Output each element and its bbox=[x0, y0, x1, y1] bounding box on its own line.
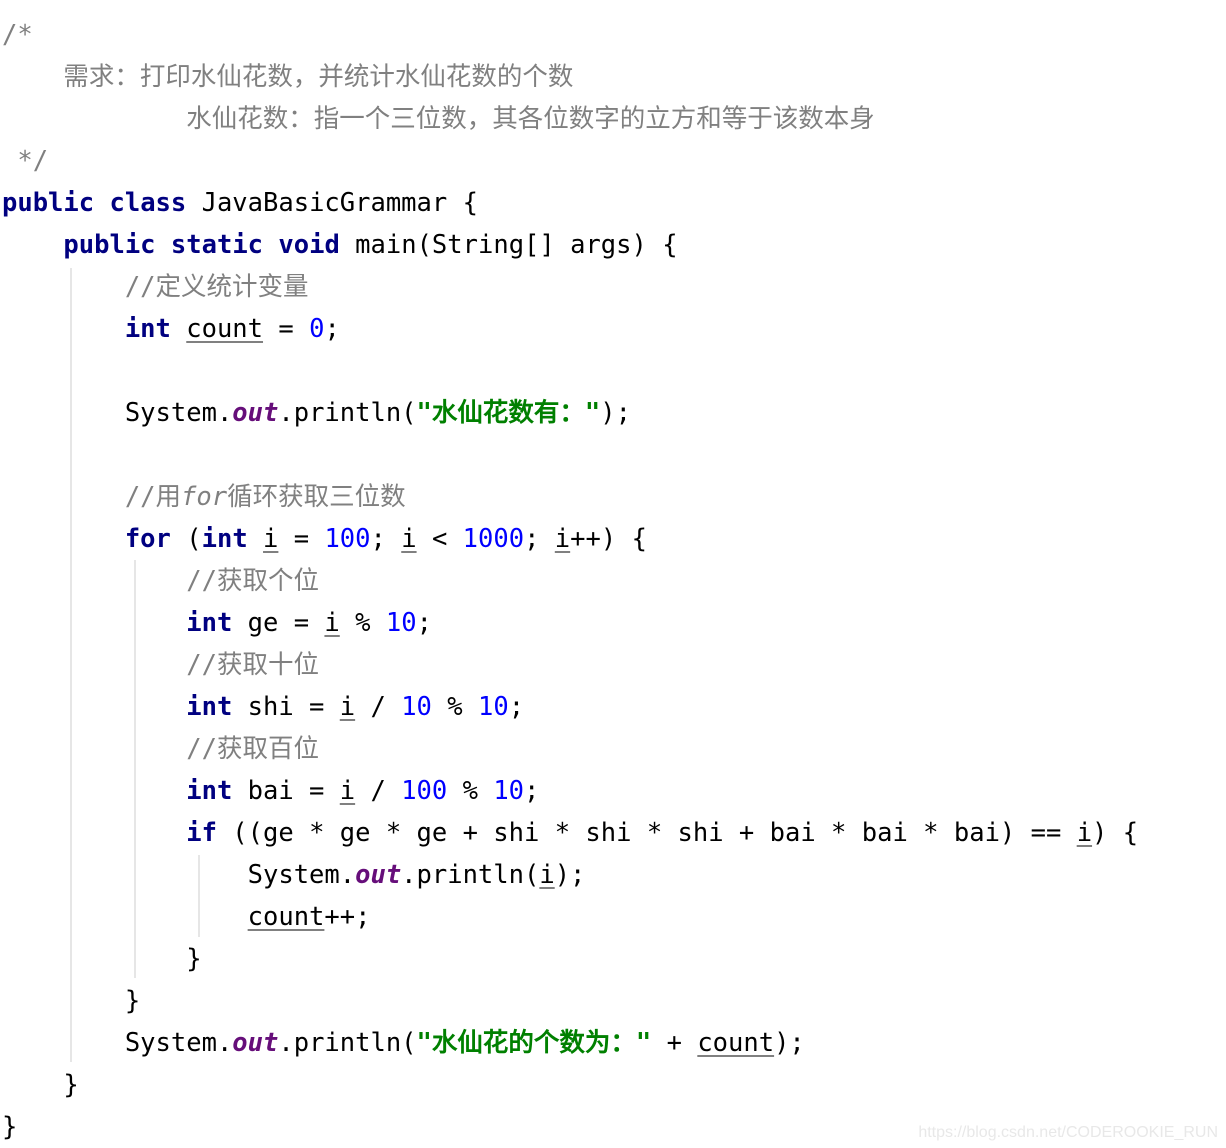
code-line: 水仙花数：指一个三位数，其各位数字的立方和等于该数本身 bbox=[2, 98, 1138, 140]
number: 100 bbox=[324, 524, 371, 554]
field: out bbox=[232, 398, 279, 428]
comment: /* bbox=[2, 20, 33, 50]
code-line: } bbox=[2, 944, 202, 974]
number: 1000 bbox=[462, 524, 525, 554]
variable: i bbox=[339, 692, 356, 722]
field: out bbox=[355, 860, 402, 890]
code-line: /* bbox=[2, 14, 1138, 56]
code-editor: /* 需求：打印水仙花数，并统计水仙花数的个数 水仙花数：指一个三位数，其各位数… bbox=[2, 14, 1138, 1148]
comment: //定义统计变量 bbox=[124, 272, 309, 302]
number: 10 bbox=[477, 692, 509, 722]
code-line: System.out.println("水仙花的个数为：" + count); bbox=[124, 1028, 805, 1058]
code-line: for (int i = 100; i < 1000; i++) { bbox=[124, 524, 647, 554]
code-line: System.out.println("水仙花数有："); bbox=[124, 398, 631, 428]
comment: 需求：打印水仙花数，并统计水仙花数的个数 bbox=[2, 62, 574, 92]
identifier: System. bbox=[247, 860, 356, 890]
if-expression: ((ge * ge * ge + shi * shi * shi + bai *… bbox=[216, 818, 1077, 848]
identifier: System. bbox=[124, 398, 233, 428]
comment: //获取百位 bbox=[186, 734, 319, 764]
field: out bbox=[232, 1028, 279, 1058]
keyword: public bbox=[63, 230, 156, 260]
variable: i bbox=[554, 524, 571, 554]
code-line: if ((ge * ge * ge + shi * shi * shi + ba… bbox=[186, 818, 1139, 848]
method-signature: main(String[] args) { bbox=[339, 230, 678, 260]
identifier: .println( bbox=[401, 860, 540, 890]
identifier: System. bbox=[124, 1028, 233, 1058]
code-line: 需求：打印水仙花数，并统计水仙花数的个数 bbox=[2, 56, 1138, 98]
keyword: int bbox=[201, 524, 248, 554]
number: 10 bbox=[385, 608, 417, 638]
number: 100 bbox=[401, 776, 448, 806]
comment: //用 bbox=[124, 482, 182, 512]
comment: for bbox=[181, 482, 228, 512]
code-line: int bai = i / 100 % 10; bbox=[186, 776, 540, 806]
keyword: class bbox=[109, 188, 187, 218]
code-line: */ bbox=[2, 140, 1138, 182]
variable: count bbox=[697, 1028, 775, 1058]
comment: 循环获取三位数 bbox=[227, 482, 406, 512]
variable: i bbox=[339, 776, 356, 806]
code-line: count++; bbox=[247, 902, 371, 932]
code-line: int count = 0; bbox=[124, 314, 340, 344]
variable: i bbox=[401, 524, 417, 554]
code-line: public class JavaBasicGrammar { bbox=[2, 182, 1138, 224]
comment: //获取十位 bbox=[186, 650, 319, 680]
number: 10 bbox=[401, 692, 432, 722]
keyword: static bbox=[170, 230, 264, 260]
code-line: //用for循环获取三位数 bbox=[2, 476, 1138, 518]
code-line: int shi = i / 10 % 10; bbox=[186, 692, 525, 722]
comment: */ bbox=[2, 146, 49, 176]
keyword: if bbox=[186, 818, 217, 848]
variable: i bbox=[539, 860, 555, 890]
keyword: for bbox=[124, 524, 171, 554]
variable: i bbox=[263, 524, 279, 554]
code-line: public static void main(String[] args) { bbox=[2, 224, 1138, 266]
keyword: int bbox=[186, 608, 233, 638]
code-line: } bbox=[2, 1070, 79, 1100]
identifier: .println( bbox=[278, 1028, 417, 1058]
keyword: int bbox=[186, 692, 233, 722]
keyword: int bbox=[186, 776, 233, 806]
variable: i bbox=[1076, 818, 1093, 848]
code-line: //获取个位 bbox=[2, 560, 1138, 602]
code-line: //定义统计变量 bbox=[2, 266, 1138, 308]
class-name: JavaBasicGrammar { bbox=[186, 188, 478, 218]
code-line: //获取百位 bbox=[2, 728, 1138, 770]
number: 10 bbox=[493, 776, 525, 806]
string: "水仙花数有：" bbox=[416, 398, 601, 428]
variable: count bbox=[186, 314, 264, 344]
variable: i bbox=[324, 608, 340, 638]
variable: count bbox=[247, 902, 325, 932]
keyword: void bbox=[278, 230, 340, 260]
code-line: //获取十位 bbox=[2, 644, 1138, 686]
comment: 水仙花数：指一个三位数，其各位数字的立方和等于该数本身 bbox=[2, 104, 875, 134]
string: "水仙花的个数为：" bbox=[416, 1028, 652, 1058]
comment: //获取个位 bbox=[186, 566, 319, 596]
keyword: public bbox=[2, 188, 95, 218]
code-line: } bbox=[2, 986, 141, 1016]
identifier: .println( bbox=[278, 398, 417, 428]
code-line: int ge = i % 10; bbox=[186, 608, 432, 638]
keyword: int bbox=[124, 314, 171, 344]
code-line: System.out.println(i); bbox=[247, 860, 586, 890]
watermark: https://blog.csdn.net/CODEROOKIE_RUN bbox=[918, 1124, 1218, 1141]
number: 0 bbox=[309, 314, 325, 344]
